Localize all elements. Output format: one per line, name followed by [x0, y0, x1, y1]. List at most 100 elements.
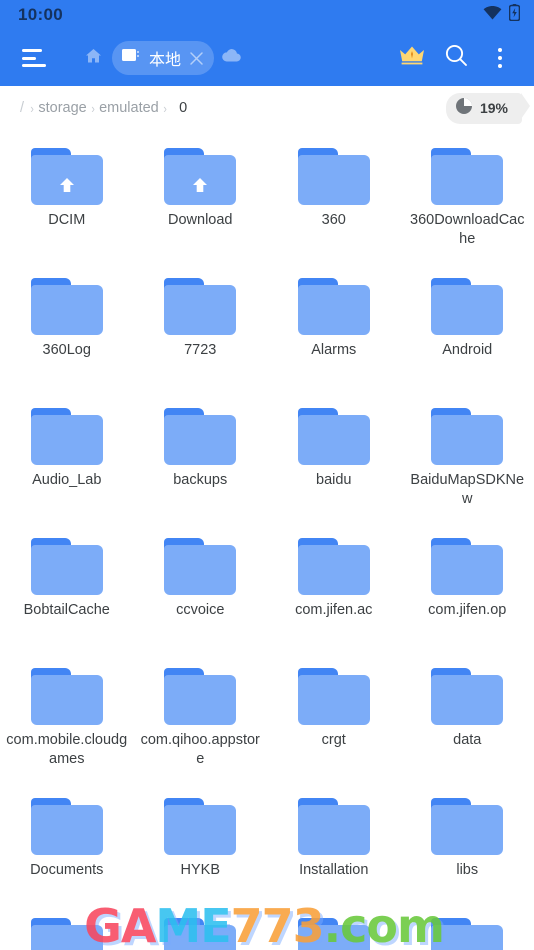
folder-icon	[30, 798, 103, 855]
folder-icon	[164, 408, 237, 465]
file-grid-item[interactable]: Android	[401, 266, 534, 396]
folder-icon	[431, 408, 504, 465]
file-grid-item[interactable]: DCIM	[0, 136, 134, 266]
cloud-icon	[222, 49, 241, 67]
folder-body	[30, 675, 103, 725]
file-grid-item[interactable]: com.qihoo.appstore	[134, 656, 268, 786]
folder-body	[30, 805, 103, 855]
file-grid-item[interactable]: 360DownloadCache	[401, 136, 534, 266]
folder-icon	[297, 538, 370, 595]
file-grid: DCIM Download 360 360DownloadCache 360Log 772…	[0, 130, 534, 916]
breadcrumb-separator: ›	[163, 100, 167, 116]
home-icon	[85, 48, 102, 69]
folder-body	[164, 805, 237, 855]
overflow-menu-button[interactable]	[480, 38, 520, 78]
file-grid-item[interactable]: BaiduMapSDKNew	[401, 396, 534, 526]
status-time: 10:00	[18, 5, 63, 24]
folder-body	[297, 415, 370, 465]
file-grid-item-label: BaiduMapSDKNew	[410, 472, 525, 507]
file-grid-item-label: data	[453, 732, 482, 748]
upload-arrow-icon	[58, 177, 76, 193]
hamburger-menu-button[interactable]	[14, 38, 54, 78]
file-grid-item-label: Download	[168, 212, 233, 228]
tab-local-storage-label: 本地	[149, 52, 182, 69]
pie-chart-icon	[455, 97, 473, 120]
breadcrumb-segment-storage[interactable]: storage	[38, 100, 86, 116]
folder-body	[431, 675, 504, 725]
file-grid-item-label: Android	[442, 342, 493, 358]
file-grid-item[interactable]: Alarms	[267, 266, 401, 396]
file-grid-item-label: DCIM	[48, 212, 86, 228]
file-grid-item-label: Installation	[299, 862, 369, 878]
file-grid-item-label: 360	[321, 212, 346, 228]
file-grid-item[interactable]: baidu	[267, 396, 401, 526]
folder-icon	[164, 668, 237, 725]
vip-button[interactable]	[392, 38, 432, 78]
folder-body	[164, 925, 237, 950]
folder-icon	[164, 148, 237, 205]
folder-icon	[431, 918, 504, 950]
file-grid-item[interactable]: data	[401, 656, 534, 786]
folder-body	[30, 545, 103, 595]
search-icon	[444, 43, 469, 73]
file-grid-item[interactable]	[401, 916, 534, 950]
breadcrumb-segment-emulated[interactable]: emulated	[99, 100, 159, 116]
file-grid-item[interactable]: backups	[134, 396, 268, 526]
file-grid-item[interactable]: Download	[134, 136, 268, 266]
cloud-tab-button[interactable]	[222, 49, 241, 67]
folder-icon	[431, 278, 504, 335]
storage-usage-percent: 19%	[479, 100, 508, 116]
file-grid-item[interactable]	[267, 916, 401, 950]
breadcrumb-segment-current[interactable]: 0	[171, 100, 187, 116]
file-grid-item[interactable]: 7723	[134, 266, 268, 396]
search-button[interactable]	[436, 38, 476, 78]
file-grid-item[interactable]: Documents	[0, 786, 134, 916]
file-grid-item[interactable]: Audio_Lab	[0, 396, 134, 526]
file-grid-item[interactable]	[134, 916, 268, 950]
file-grid-item-label: com.mobile.cloudgames	[6, 732, 128, 767]
file-grid-item[interactable]: Installation	[267, 786, 401, 916]
file-grid-item-label: HYKB	[180, 862, 221, 878]
folder-icon	[30, 668, 103, 725]
folder-icon	[297, 668, 370, 725]
folder-icon	[431, 148, 504, 205]
file-grid-item[interactable]: ccvoice	[134, 526, 268, 656]
file-grid-item-label: BobtailCache	[23, 602, 110, 618]
file-grid-item[interactable]	[0, 916, 134, 950]
file-grid-item-label: com.jifen.ac	[295, 602, 373, 618]
folder-body	[297, 675, 370, 725]
file-grid-item[interactable]: crgt	[267, 656, 401, 786]
toolbar-actions	[392, 38, 520, 78]
app-toolbar: 本地	[0, 30, 534, 86]
file-grid-item[interactable]: com.mobile.cloudgames	[0, 656, 134, 786]
file-grid-item-label: com.qihoo.appstore	[140, 732, 260, 767]
file-grid-item-label: 360DownloadCache	[410, 212, 525, 247]
folder-icon	[164, 278, 237, 335]
folder-icon	[431, 798, 504, 855]
folder-body	[164, 415, 237, 465]
home-button[interactable]	[78, 48, 108, 69]
file-grid-item[interactable]: com.jifen.op	[401, 526, 534, 656]
file-grid-item[interactable]: BobtailCache	[0, 526, 134, 656]
folder-body	[431, 285, 504, 335]
file-grid-item[interactable]: libs	[401, 786, 534, 916]
status-bar: 10:00	[0, 0, 534, 30]
file-grid-item[interactable]: 360	[267, 136, 401, 266]
folder-icon	[164, 918, 237, 950]
file-grid-item[interactable]: com.jifen.ac	[267, 526, 401, 656]
folder-body	[297, 805, 370, 855]
file-grid-item[interactable]: HYKB	[134, 786, 268, 916]
file-grid-item-label: com.jifen.op	[428, 602, 507, 618]
folder-body	[297, 155, 370, 205]
folder-body	[30, 925, 103, 950]
folder-body	[431, 415, 504, 465]
tab-local-storage[interactable]: 本地	[112, 41, 215, 75]
folder-icon	[30, 278, 103, 335]
breadcrumb-separator: ›	[91, 100, 95, 116]
storage-usage-badge[interactable]: 19%	[445, 92, 531, 124]
folder-icon	[30, 148, 103, 205]
close-icon[interactable]	[189, 51, 204, 66]
breadcrumb-root[interactable]: /	[20, 100, 26, 116]
file-grid-item-label: crgt	[321, 732, 346, 748]
file-grid-item[interactable]: 360Log	[0, 266, 134, 396]
